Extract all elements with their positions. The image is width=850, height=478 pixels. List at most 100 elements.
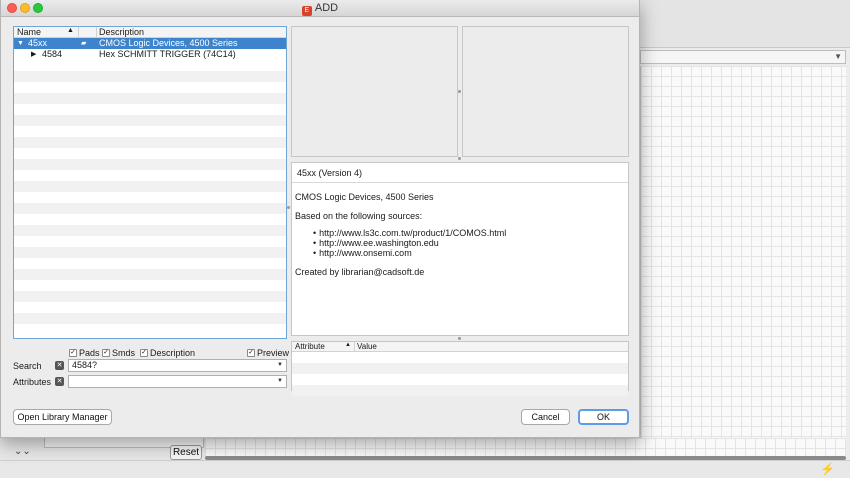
preview-label: Preview (257, 348, 290, 358)
splitter-handle[interactable] (458, 337, 461, 340)
list-item (14, 324, 286, 335)
list-item (14, 159, 286, 170)
source-link[interactable]: http://www.ee.washington.edu (313, 238, 628, 248)
list-item (14, 225, 286, 236)
table-row (292, 385, 628, 396)
disclosure-collapsed-icon[interactable]: ▶ (31, 49, 36, 60)
list-item (14, 181, 286, 192)
list-item (14, 291, 286, 302)
eagle-app-icon: E (301, 6, 312, 16)
list-item (14, 247, 286, 258)
description-label: Description (150, 348, 196, 358)
source-link[interactable]: http://www.onsemi.com (313, 248, 628, 258)
list-item (14, 214, 286, 225)
attributes-table[interactable]: Attribute ▲ Value (291, 341, 629, 396)
reset-button[interactable]: Reset (170, 445, 202, 460)
list-item (14, 126, 286, 137)
add-dialog: E ADD Name ▲ Description ▼ 45xx ▰ CMOS Lo… (0, 0, 640, 438)
checkmark-icon: ✓ (102, 349, 110, 357)
table-row (292, 374, 628, 385)
description-created-by: Created by librarian@cadsoft.de (295, 267, 425, 277)
library-icon: ▰ (81, 40, 87, 47)
column-value-header[interactable]: Value (357, 342, 377, 351)
description-checkbox[interactable]: ✓ Description (140, 348, 195, 358)
cancel-button[interactable]: Cancel (521, 409, 570, 425)
list-item (14, 115, 286, 126)
list-item (14, 137, 286, 148)
column-attribute-header[interactable]: Attribute (295, 342, 325, 351)
table-row (292, 352, 628, 363)
splitter-handle[interactable] (287, 206, 290, 209)
list-item (14, 82, 286, 93)
bg-canvas-grid-bottom[interactable] (205, 438, 846, 458)
list-item (14, 148, 286, 159)
table-row (292, 363, 628, 374)
attributes-table-header: Attribute ▲ Value (292, 342, 628, 352)
list-item (14, 302, 286, 313)
attributes-label: Attributes (13, 377, 52, 387)
splitter-handle[interactable] (458, 157, 461, 160)
list-item (14, 269, 286, 280)
list-item (14, 60, 286, 71)
bg-toolbar (640, 0, 850, 48)
pads-label: Pads (79, 348, 100, 358)
smds-label: Smds (112, 348, 136, 358)
clear-attributes-icon[interactable]: ✕ (55, 377, 64, 386)
splitter-handle[interactable] (458, 90, 461, 93)
title-bar[interactable]: E ADD (1, 0, 639, 17)
lightning-icon[interactable]: ⚡ (820, 462, 835, 476)
tree-row-description: CMOS Logic Devices, 4500 Series (99, 38, 238, 48)
pads-checkbox[interactable]: ✓ Pads (69, 348, 100, 358)
tree-row-name: 4584 (42, 49, 63, 59)
tree-row-name: 45xx (28, 38, 48, 48)
package-preview (462, 26, 629, 157)
list-item (14, 280, 286, 291)
list-item (14, 71, 286, 82)
open-library-manager-button[interactable]: Open Library Manager (13, 409, 112, 425)
library-tree[interactable]: Name ▲ Description ▼ 45xx ▰ CMOS Logic D… (13, 26, 287, 339)
collapse-icon[interactable]: ⌄⌄ (14, 446, 31, 457)
checkmark-icon: ✓ (69, 349, 77, 357)
tree-row-description: Hex SCHMITT TRIGGER (74C14) (99, 49, 236, 59)
list-item (14, 93, 286, 104)
smds-checkbox[interactable]: ✓ Smds (102, 348, 135, 358)
description-sources-label: Based on the following sources: (295, 211, 423, 221)
sort-ascending-icon[interactable]: ▲ (345, 342, 351, 348)
chevron-down-icon: ▼ (834, 52, 842, 61)
tree-header: Name ▲ Description (14, 27, 286, 38)
list-item (14, 192, 286, 203)
column-description-header[interactable]: Description (99, 27, 144, 37)
list-item (14, 236, 286, 247)
preview-checkbox[interactable]: ✓ Preview (247, 348, 289, 358)
list-item (14, 203, 286, 214)
list-item (14, 170, 286, 181)
sources-list: http://www.ls3c.com.tw/product/1/COMOS.h… (313, 228, 628, 258)
search-input[interactable]: 4584? ▼ (68, 359, 287, 372)
search-value: 4584? (72, 360, 98, 370)
sort-ascending-icon[interactable]: ▲ (67, 27, 74, 34)
attributes-input[interactable]: ▼ (68, 375, 287, 388)
list-item (14, 313, 286, 324)
bg-canvas-grid[interactable] (640, 66, 846, 456)
symbol-preview (291, 26, 458, 157)
list-item (14, 258, 286, 269)
description-title: 45xx (Version 4) (292, 163, 628, 183)
ok-button[interactable]: OK (578, 409, 629, 425)
window-title: ADD (314, 2, 339, 14)
bg-layer-combo[interactable]: ▼ (640, 50, 846, 64)
source-link[interactable]: http://www.ls3c.com.tw/product/1/COMOS.h… (313, 228, 628, 238)
disclosure-expanded-icon[interactable]: ▼ (17, 38, 24, 49)
clear-search-icon[interactable]: ✕ (55, 361, 64, 370)
checkmark-icon: ✓ (140, 349, 148, 357)
chevron-down-icon[interactable]: ▼ (277, 376, 283, 387)
tree-row-4584[interactable]: ▶ 4584 Hex SCHMITT TRIGGER (74C14) (14, 49, 286, 60)
column-name-header[interactable]: Name (17, 27, 41, 37)
bg-status-bar (0, 460, 850, 478)
list-item (14, 104, 286, 115)
description-summary: CMOS Logic Devices, 4500 Series (295, 192, 434, 202)
search-label: Search (13, 361, 42, 371)
checkmark-icon: ✓ (247, 349, 255, 357)
description-panel: 45xx (Version 4) CMOS Logic Devices, 450… (291, 162, 629, 336)
chevron-down-icon[interactable]: ▼ (277, 360, 283, 371)
tree-row-45xx[interactable]: ▼ 45xx ▰ CMOS Logic Devices, 4500 Series (14, 38, 286, 49)
